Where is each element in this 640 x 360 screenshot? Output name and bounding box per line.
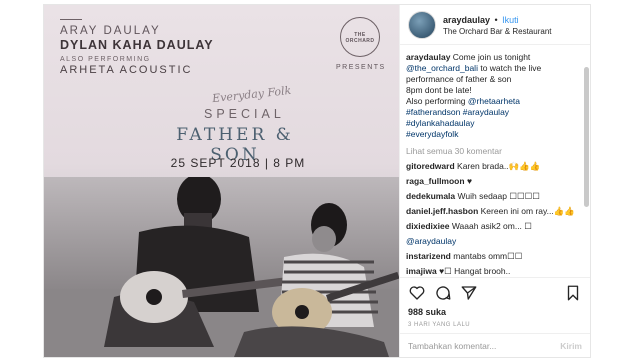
poster-line-4: ARHETA ACOUSTIC <box>60 64 193 76</box>
bookmark-icon[interactable] <box>564 284 582 302</box>
follow-button[interactable]: Ikuti <box>502 15 519 25</box>
poster-decor-line <box>60 19 82 20</box>
poster-line-3: ALSO PERFORMING <box>60 56 151 63</box>
comment-username[interactable]: dedekumala <box>406 191 455 201</box>
view-all-comments-link[interactable]: Lihat semua 30 komentar <box>406 146 580 157</box>
location-link[interactable]: The Orchard Bar & Restaurant <box>443 26 552 37</box>
caption: araydaulay Come join us tonight @the_orc… <box>406 52 580 140</box>
caption-mention-2[interactable]: @rhetaarheta <box>468 96 520 106</box>
post-image[interactable]: ARAY DAULAY DYLAN KAHA DAULAY ALSO PERFO… <box>44 5 399 357</box>
heart-icon[interactable] <box>408 284 426 302</box>
header-separator: • <box>494 14 498 25</box>
orchard-logo-text: THE ORCHARD <box>345 32 375 44</box>
header-username[interactable]: araydaulay <box>443 15 490 25</box>
like-count[interactable]: 988 suka <box>408 307 582 317</box>
post-sidebar: araydaulay • Ikuti The Orchard Bar & Res… <box>399 5 590 357</box>
comment-row: gitoredward Karen brada..🙌👍👍 <box>406 161 580 172</box>
comment-text: mantabs omm☐☐ <box>453 251 523 261</box>
poster-presents: PRESENTS <box>336 64 386 71</box>
caption-mention-1[interactable]: @the_orchard_bali <box>406 63 478 73</box>
comment-row: daniel.jeff.hasbon Kereen ini om ray...👍… <box>406 206 580 217</box>
post-comment-button[interactable]: Kirim <box>560 341 582 351</box>
comment-row: @araydaulay <box>406 236 580 247</box>
comment-text: Waaah asik2 om... ☐ <box>451 221 532 231</box>
comment-text: Wuih sedaap ☐☐☐☐ <box>457 191 540 201</box>
post-timestamp: 3 HARI YANG LALU <box>408 322 471 328</box>
caption-text-1: Come join us tonight <box>452 52 531 62</box>
comment-row: instarizend mantabs omm☐☐ <box>406 251 580 262</box>
post-actions: 988 suka 3 HARI YANG LALU <box>400 277 590 328</box>
comment-row: raga_fullmoon ♥ <box>406 176 580 187</box>
comment-row: dedekumala Wuih sedaap ☐☐☐☐ <box>406 191 580 202</box>
comment-username[interactable]: daniel.jeff.hasbon <box>406 206 478 216</box>
poster-date: 25 SEPT 2018 | 8 PM <box>170 156 306 170</box>
poster-special: SPECIAL <box>204 107 285 121</box>
poster-line-2: DYLAN KAHA DAULAY <box>60 38 214 52</box>
comment-username[interactable]: dixiedixiee <box>406 221 449 231</box>
comment-text: ♥☐ Hangat brooh.. <box>439 266 511 276</box>
caption-hashtag-3[interactable]: #dylankahadaulay <box>406 118 475 128</box>
post-header-meta: araydaulay • Ikuti The Orchard Bar & Res… <box>443 13 552 37</box>
caption-hashtag-4[interactable]: #everydayfolk <box>406 129 458 139</box>
comment-text: ♥ <box>466 176 472 186</box>
comment-mention[interactable]: @araydaulay <box>406 236 456 246</box>
comment-icon[interactable] <box>434 284 452 302</box>
post-modal: ARAY DAULAY DYLAN KAHA DAULAY ALSO PERFO… <box>43 4 591 358</box>
comments-scrollbar[interactable] <box>584 67 589 207</box>
guitar-photo <box>44 177 399 357</box>
caption-hashtag-2[interactable]: #araydaulay <box>463 107 509 117</box>
add-comment-input[interactable]: Tambahkan komentar... <box>408 341 496 351</box>
comments-list[interactable]: araydaulay Come join us tonight @the_orc… <box>400 46 584 276</box>
caption-hashtag-1[interactable]: #fatherandson <box>406 107 460 117</box>
comment-row: imajiwa ♥☐ Hangat brooh.. <box>406 266 580 276</box>
caption-username[interactable]: araydaulay <box>406 52 450 62</box>
caption-text-3: 8pm dont be late! <box>406 85 472 95</box>
caption-text-4: Also performing <box>406 96 466 106</box>
comment-text: Karen brada..🙌👍👍 <box>457 161 541 171</box>
poster-line-1: ARAY DAULAY <box>60 25 161 37</box>
comment-username[interactable]: imajiwa <box>406 266 437 276</box>
add-comment-bar: Tambahkan komentar... Kirim <box>400 333 590 357</box>
comment-username[interactable]: gitoredward <box>406 161 455 171</box>
comment-row: dixiedixiee Waaah asik2 om... ☐ <box>406 221 580 232</box>
post-header: araydaulay • Ikuti The Orchard Bar & Res… <box>400 5 590 45</box>
comment-text: Kereen ini om ray...👍👍 <box>480 206 575 216</box>
poster-script-title: Everyday Folk <box>211 83 292 106</box>
comment-username[interactable]: raga_fullmoon <box>406 176 465 186</box>
avatar[interactable] <box>408 10 436 39</box>
share-icon[interactable] <box>460 284 478 302</box>
comment-username[interactable]: instarizend <box>406 251 451 261</box>
